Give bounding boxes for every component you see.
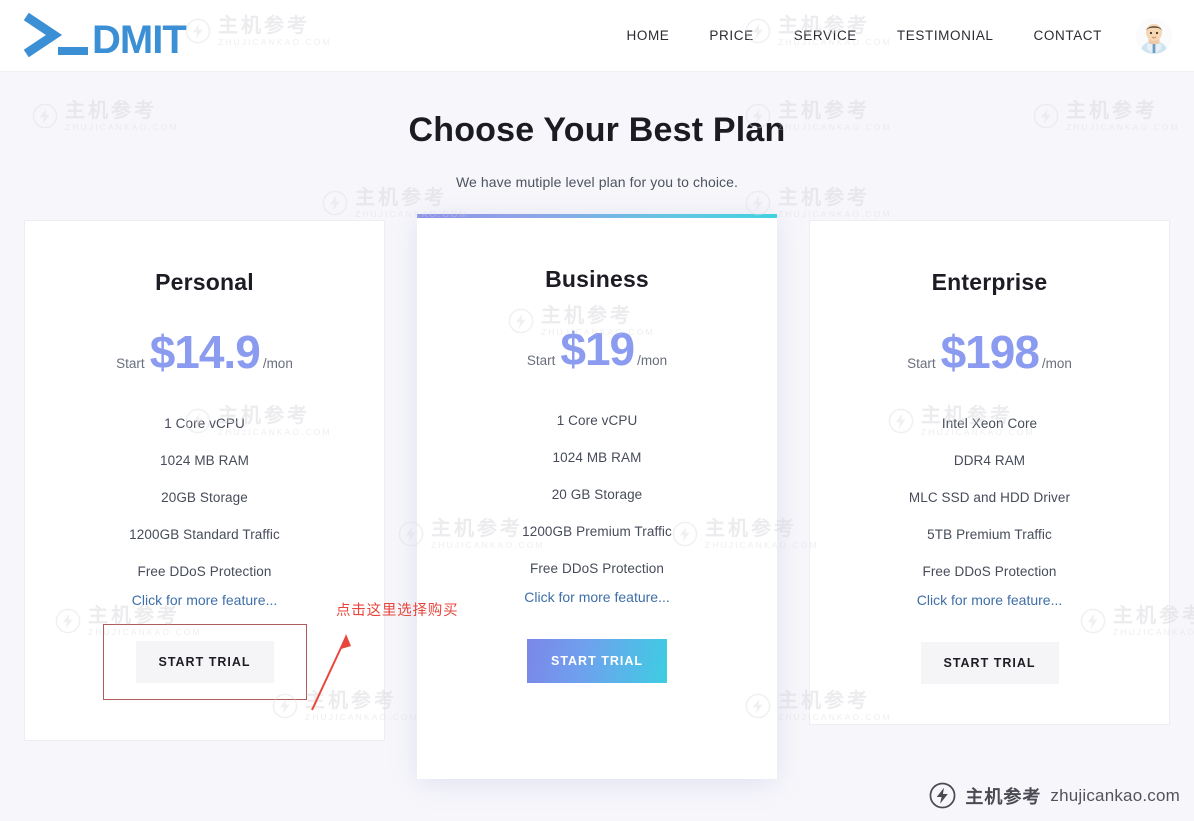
plan-name: Personal bbox=[155, 269, 254, 295]
nav-item-price[interactable]: PRICE bbox=[689, 28, 773, 43]
price-amount: $19 bbox=[560, 323, 635, 375]
feature-item: Intel Xeon Core bbox=[941, 416, 1038, 431]
svg-text:DMIT: DMIT bbox=[92, 18, 186, 59]
start-trial-button[interactable]: START TRIAL bbox=[135, 641, 274, 683]
pricing-card-enterprise: Enterprise Start $198 /mon Intel Xeon Co… bbox=[809, 220, 1170, 725]
feature-item: 1200GB Standard Traffic bbox=[129, 527, 280, 542]
price-amount: $14.9 bbox=[149, 326, 261, 378]
hero-section: Choose Your Best Plan We have mutiple le… bbox=[0, 111, 1194, 190]
annotation-text: 点击这里选择购买 bbox=[336, 603, 459, 619]
nav-item-testimonial[interactable]: TESTIMONIAL bbox=[877, 28, 1014, 43]
user-avatar-icon[interactable] bbox=[1136, 17, 1172, 54]
nav-item-contact[interactable]: CONTACT bbox=[1014, 28, 1122, 43]
plan-name: Business bbox=[545, 266, 649, 292]
plan-name: Enterprise bbox=[931, 269, 1048, 295]
pricing-card-personal: Personal Start $14.9 /mon 1 Core vCPU 10… bbox=[24, 220, 385, 741]
feature-item: 1024 MB RAM bbox=[552, 450, 642, 465]
feature-item: MLC SSD and HDD Driver bbox=[908, 490, 1071, 505]
price-start-label: Start bbox=[116, 356, 145, 371]
feature-item: 1200GB Premium Traffic bbox=[522, 524, 672, 539]
dmit-logo-icon: DMIT bbox=[24, 12, 187, 59]
price-period: /mon bbox=[1041, 356, 1072, 371]
price-start-label: Start bbox=[526, 353, 556, 368]
nav-item-service[interactable]: SERVICE bbox=[774, 28, 877, 43]
page-subtitle: We have mutiple level plan for you to ch… bbox=[455, 174, 739, 190]
more-features-link[interactable]: Click for more feature... bbox=[435, 589, 759, 605]
feature-item: 20 GB Storage bbox=[551, 487, 643, 502]
feature-item: Free DDoS Protection bbox=[137, 564, 272, 579]
more-features-link[interactable]: Click for more feature... bbox=[828, 592, 1151, 608]
circle-lightning-icon bbox=[745, 190, 771, 216]
feature-list: Intel Xeon Core DDR4 RAM MLC SSD and HDD… bbox=[828, 416, 1151, 579]
plan-price: Start $198 /mon bbox=[828, 329, 1151, 375]
pricing-cards: Personal Start $14.9 /mon 1 Core vCPU 10… bbox=[0, 214, 1194, 779]
price-period: /mon bbox=[262, 356, 293, 371]
feature-item: DDR4 RAM bbox=[953, 453, 1026, 468]
circle-lightning-icon bbox=[322, 190, 348, 216]
feature-item: Free DDoS Protection bbox=[922, 564, 1057, 579]
price-period: /mon bbox=[637, 353, 668, 368]
more-features-link[interactable]: Click for more feature... bbox=[43, 592, 366, 608]
feature-item: 5TB Premium Traffic bbox=[927, 527, 1052, 542]
brand-url: zhujicankao.com bbox=[1050, 785, 1180, 805]
plan-price: Start $19 /mon bbox=[435, 326, 759, 372]
site-logo[interactable]: DMIT bbox=[24, 12, 214, 59]
circle-lightning-icon bbox=[929, 782, 956, 809]
site-header: DMIT HOME PRICE SERVICE TESTIMONIAL CONT… bbox=[0, 0, 1194, 72]
page-title: Choose Your Best Plan bbox=[408, 111, 786, 149]
brand-badge: 主机参考 zhujicankao.com bbox=[929, 782, 1180, 809]
plan-price: Start $14.9 /mon bbox=[43, 329, 366, 375]
feature-list: 1 Core vCPU 1024 MB RAM 20GB Storage 120… bbox=[43, 416, 366, 579]
start-trial-button[interactable]: START TRIAL bbox=[527, 639, 667, 683]
price-amount: $198 bbox=[940, 326, 1040, 378]
feature-item: 1 Core vCPU bbox=[556, 413, 638, 428]
feature-item: 20GB Storage bbox=[161, 490, 248, 505]
feature-list: 1 Core vCPU 1024 MB RAM 20 GB Storage 12… bbox=[435, 413, 759, 576]
price-start-label: Start bbox=[907, 356, 936, 371]
brand-name-cn: 主机参考 bbox=[965, 786, 1042, 808]
feature-item: Free DDoS Protection bbox=[529, 561, 665, 576]
feature-item: 1 Core vCPU bbox=[164, 416, 245, 431]
nav-item-home[interactable]: HOME bbox=[607, 28, 690, 43]
start-trial-button[interactable]: START TRIAL bbox=[920, 642, 1059, 684]
pricing-card-business: Business Start $19 /mon 1 Core vCPU 1024… bbox=[417, 214, 777, 779]
feature-item: 1024 MB RAM bbox=[160, 453, 249, 468]
main-navigation: HOME PRICE SERVICE TESTIMONIAL CONTACT bbox=[607, 17, 1172, 54]
start-trial-highlight-box: START TRIAL bbox=[102, 624, 307, 700]
